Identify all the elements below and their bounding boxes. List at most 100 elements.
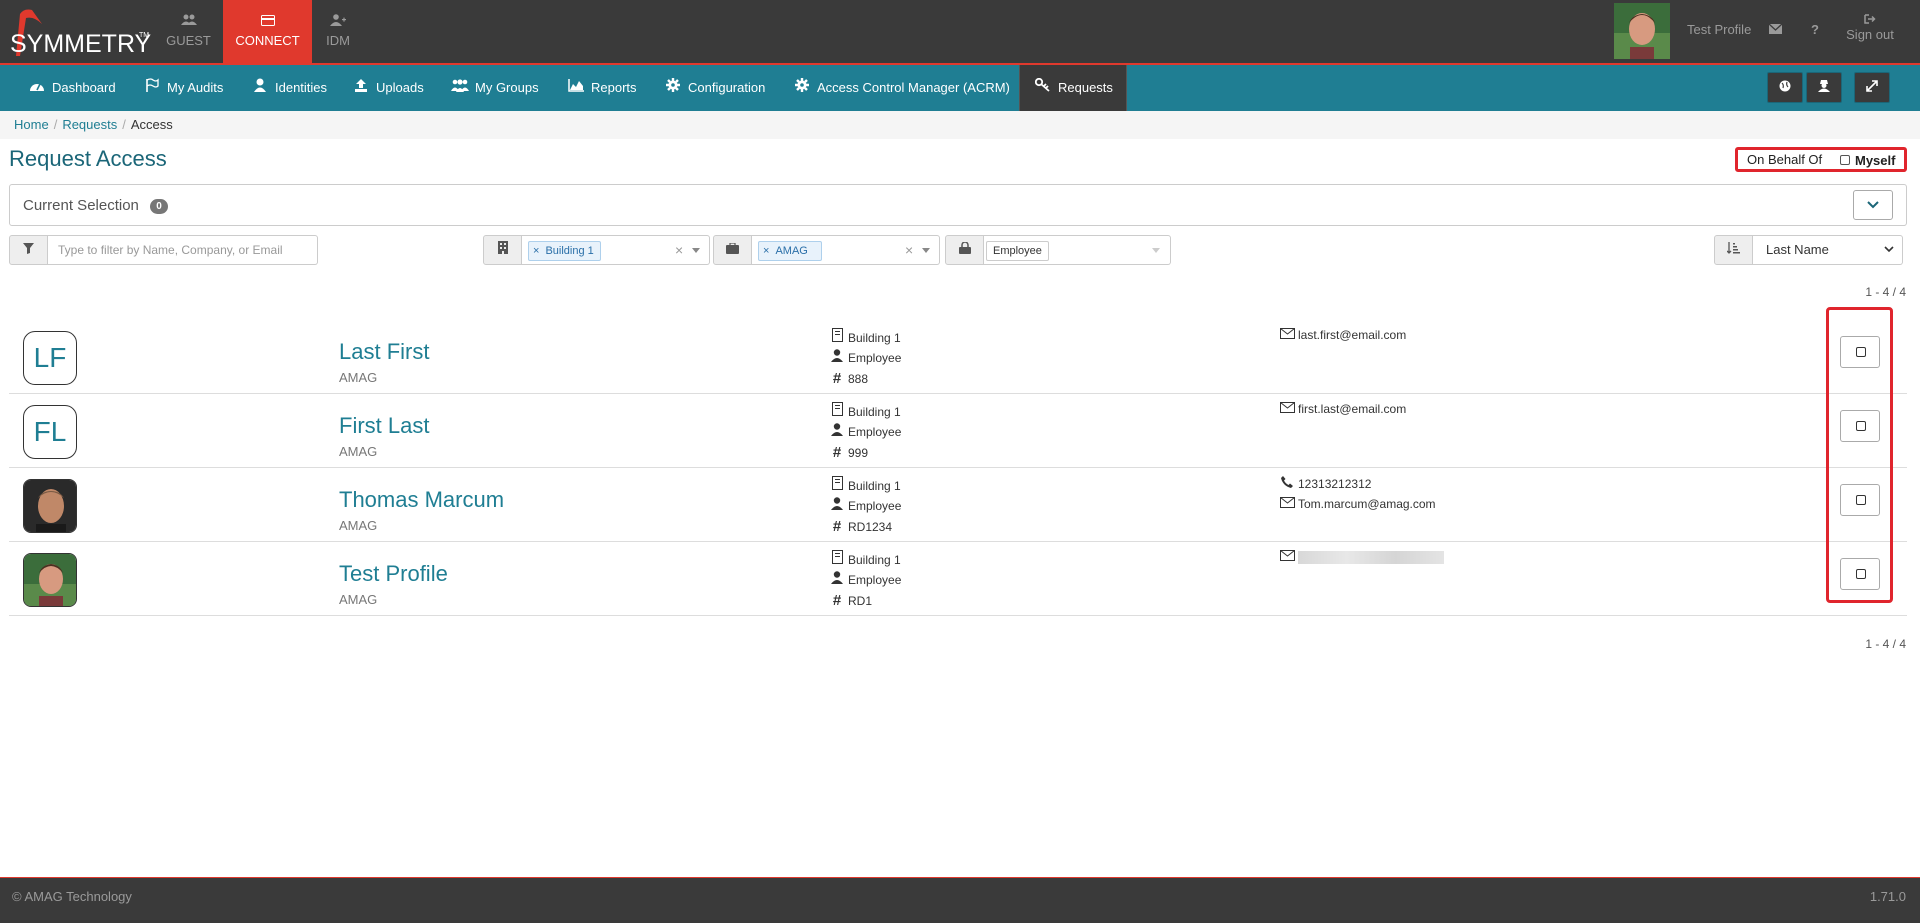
module-idm-label: IDM [326, 33, 350, 48]
breadcrumb-home[interactable]: Home [14, 117, 49, 132]
fullscreen-button[interactable] [1854, 72, 1890, 103]
person-name[interactable]: First Last [339, 413, 429, 439]
breadcrumb-separator: / [53, 117, 58, 132]
hashtag-icon: # [832, 518, 842, 535]
expand-selection-button[interactable] [1853, 190, 1893, 220]
email-label: first.last@email.com [1298, 402, 1407, 416]
number-label: 999 [848, 446, 869, 460]
nav-configuration[interactable]: Configuration [664, 65, 765, 111]
person-number: #999 [829, 444, 868, 461]
nav-dashboard-label: Dashboard [52, 80, 116, 95]
user-icon [829, 349, 845, 365]
search-input[interactable]: Type to filter by Name, Company, or Emai… [48, 235, 318, 265]
expand-icon [1866, 80, 1878, 95]
email-label: last.first@email.com [1298, 328, 1407, 342]
symmetry-logo[interactable]: SYMMETRY TM [6, 6, 151, 60]
type-select[interactable]: Employee [984, 235, 1171, 265]
myself-label[interactable]: Myself [1855, 153, 1895, 168]
person-type: Employee [829, 497, 901, 513]
select-column-highlight [1826, 307, 1893, 603]
person-name[interactable]: Last First [339, 339, 429, 365]
clear-company[interactable]: × [905, 242, 913, 258]
hashtag-icon: # [832, 370, 842, 387]
users-icon [155, 14, 222, 28]
selection-count-badge: 0 [150, 199, 168, 214]
person-type: Employee [829, 571, 901, 587]
profile-name[interactable]: Test Profile [1687, 22, 1751, 37]
nav-uploads[interactable]: Uploads [352, 65, 424, 111]
phone-label: 12313212312 [1298, 477, 1372, 491]
number-label: RD1 [848, 594, 873, 608]
table-row[interactable]: Test Profile AMAG Building 1 Employee # R… [9, 542, 1907, 616]
breadcrumb-requests[interactable]: Requests [62, 117, 117, 132]
breadcrumb-current: Access [130, 117, 173, 132]
table-row[interactable]: Thomas Marcum AMAG Building 1 Employee #… [9, 468, 1907, 542]
avatar: FL [23, 405, 77, 459]
caret-down-icon[interactable] [922, 248, 930, 253]
current-selection-panel[interactable]: Current Selection 0 [9, 184, 1907, 226]
person-type: Employee [829, 423, 901, 439]
sign-out-label: Sign out [1846, 27, 1894, 42]
nav-my-audits[interactable]: My Audits [143, 65, 223, 111]
tag-remove[interactable]: × [533, 245, 539, 257]
user-plus-icon [313, 14, 363, 28]
person-name[interactable]: Thomas Marcum [339, 487, 504, 513]
sign-out-icon [1842, 14, 1898, 27]
nav-requests[interactable]: Requests [1019, 65, 1127, 111]
building-tag[interactable]: × Building 1 [528, 241, 601, 261]
building-icon [483, 235, 522, 265]
gear-icon [793, 65, 811, 111]
person-name[interactable]: Test Profile [339, 561, 448, 587]
module-connect[interactable]: CONNECT [223, 0, 312, 63]
nav-dashboard[interactable]: Dashboard [28, 65, 116, 111]
table-row[interactable]: LF Last First AMAG Building 1 Employee #… [9, 320, 1907, 394]
nav-acrm[interactable]: Access Control Manager (ACRM) [793, 65, 1010, 111]
main-nav: Dashboard My Audits Identities Uploads M… [0, 65, 1920, 111]
nav-reports[interactable]: Reports [567, 65, 637, 111]
company-tag[interactable]: × AMAG [758, 241, 822, 261]
company-select[interactable]: × AMAG × [752, 235, 940, 265]
help-icon[interactable]: ? [1811, 22, 1819, 37]
nav-identities[interactable]: Identities [251, 65, 327, 111]
top-header: SYMMETRY TM GUEST CONNECT IDM Test Profi… [0, 0, 1920, 63]
tag-remove[interactable]: × [763, 245, 769, 257]
module-guest[interactable]: GUEST [155, 0, 222, 63]
number-label: RD1234 [848, 520, 893, 534]
building-label: Building 1 [848, 479, 901, 493]
nav-my-groups[interactable]: My Groups [451, 65, 539, 111]
phone-icon [1279, 476, 1295, 491]
sort-select[interactable]: Last Name [1753, 235, 1903, 265]
person-email: last.first@email.com [1279, 328, 1406, 342]
person-email [1279, 550, 1444, 565]
current-selection-label: Current Selection [23, 197, 139, 214]
building-select[interactable]: × Building 1 × [522, 235, 710, 265]
caret-down-icon[interactable] [692, 248, 700, 253]
person-number: #888 [829, 370, 868, 387]
nav-identities-label: Identities [275, 80, 328, 95]
sort-icon [1714, 235, 1753, 265]
myself-checkbox[interactable] [1840, 155, 1850, 165]
envelope-icon[interactable] [1768, 22, 1783, 37]
user-secret-icon [1818, 80, 1830, 95]
user-icon [829, 497, 845, 513]
clear-building[interactable]: × [675, 242, 683, 258]
building-label: Building 1 [848, 405, 901, 419]
module-idm[interactable]: IDM [313, 0, 363, 63]
table-row[interactable]: FL First Last AMAG Building 1 Employee #… [9, 394, 1907, 468]
building-icon [829, 328, 845, 345]
nav-reports-label: Reports [591, 80, 637, 95]
building-label: Building 1 [848, 553, 901, 567]
chevron-down-icon [1867, 201, 1879, 209]
type-label: Employee [848, 351, 902, 365]
user-avatar[interactable] [1614, 3, 1670, 59]
user-secret-button[interactable] [1806, 72, 1842, 103]
module-connect-label: CONNECT [235, 33, 300, 48]
globe-icon [1779, 80, 1791, 95]
users-icon [451, 65, 469, 111]
sign-out-button[interactable]: Sign out [1842, 14, 1898, 42]
breadcrumb: Home / Requests / Access [0, 111, 1920, 139]
hashtag-icon: # [832, 592, 842, 609]
globe-button[interactable] [1767, 72, 1803, 103]
chevron-down-icon [1884, 236, 1894, 264]
caret-down-icon[interactable] [1152, 248, 1160, 253]
